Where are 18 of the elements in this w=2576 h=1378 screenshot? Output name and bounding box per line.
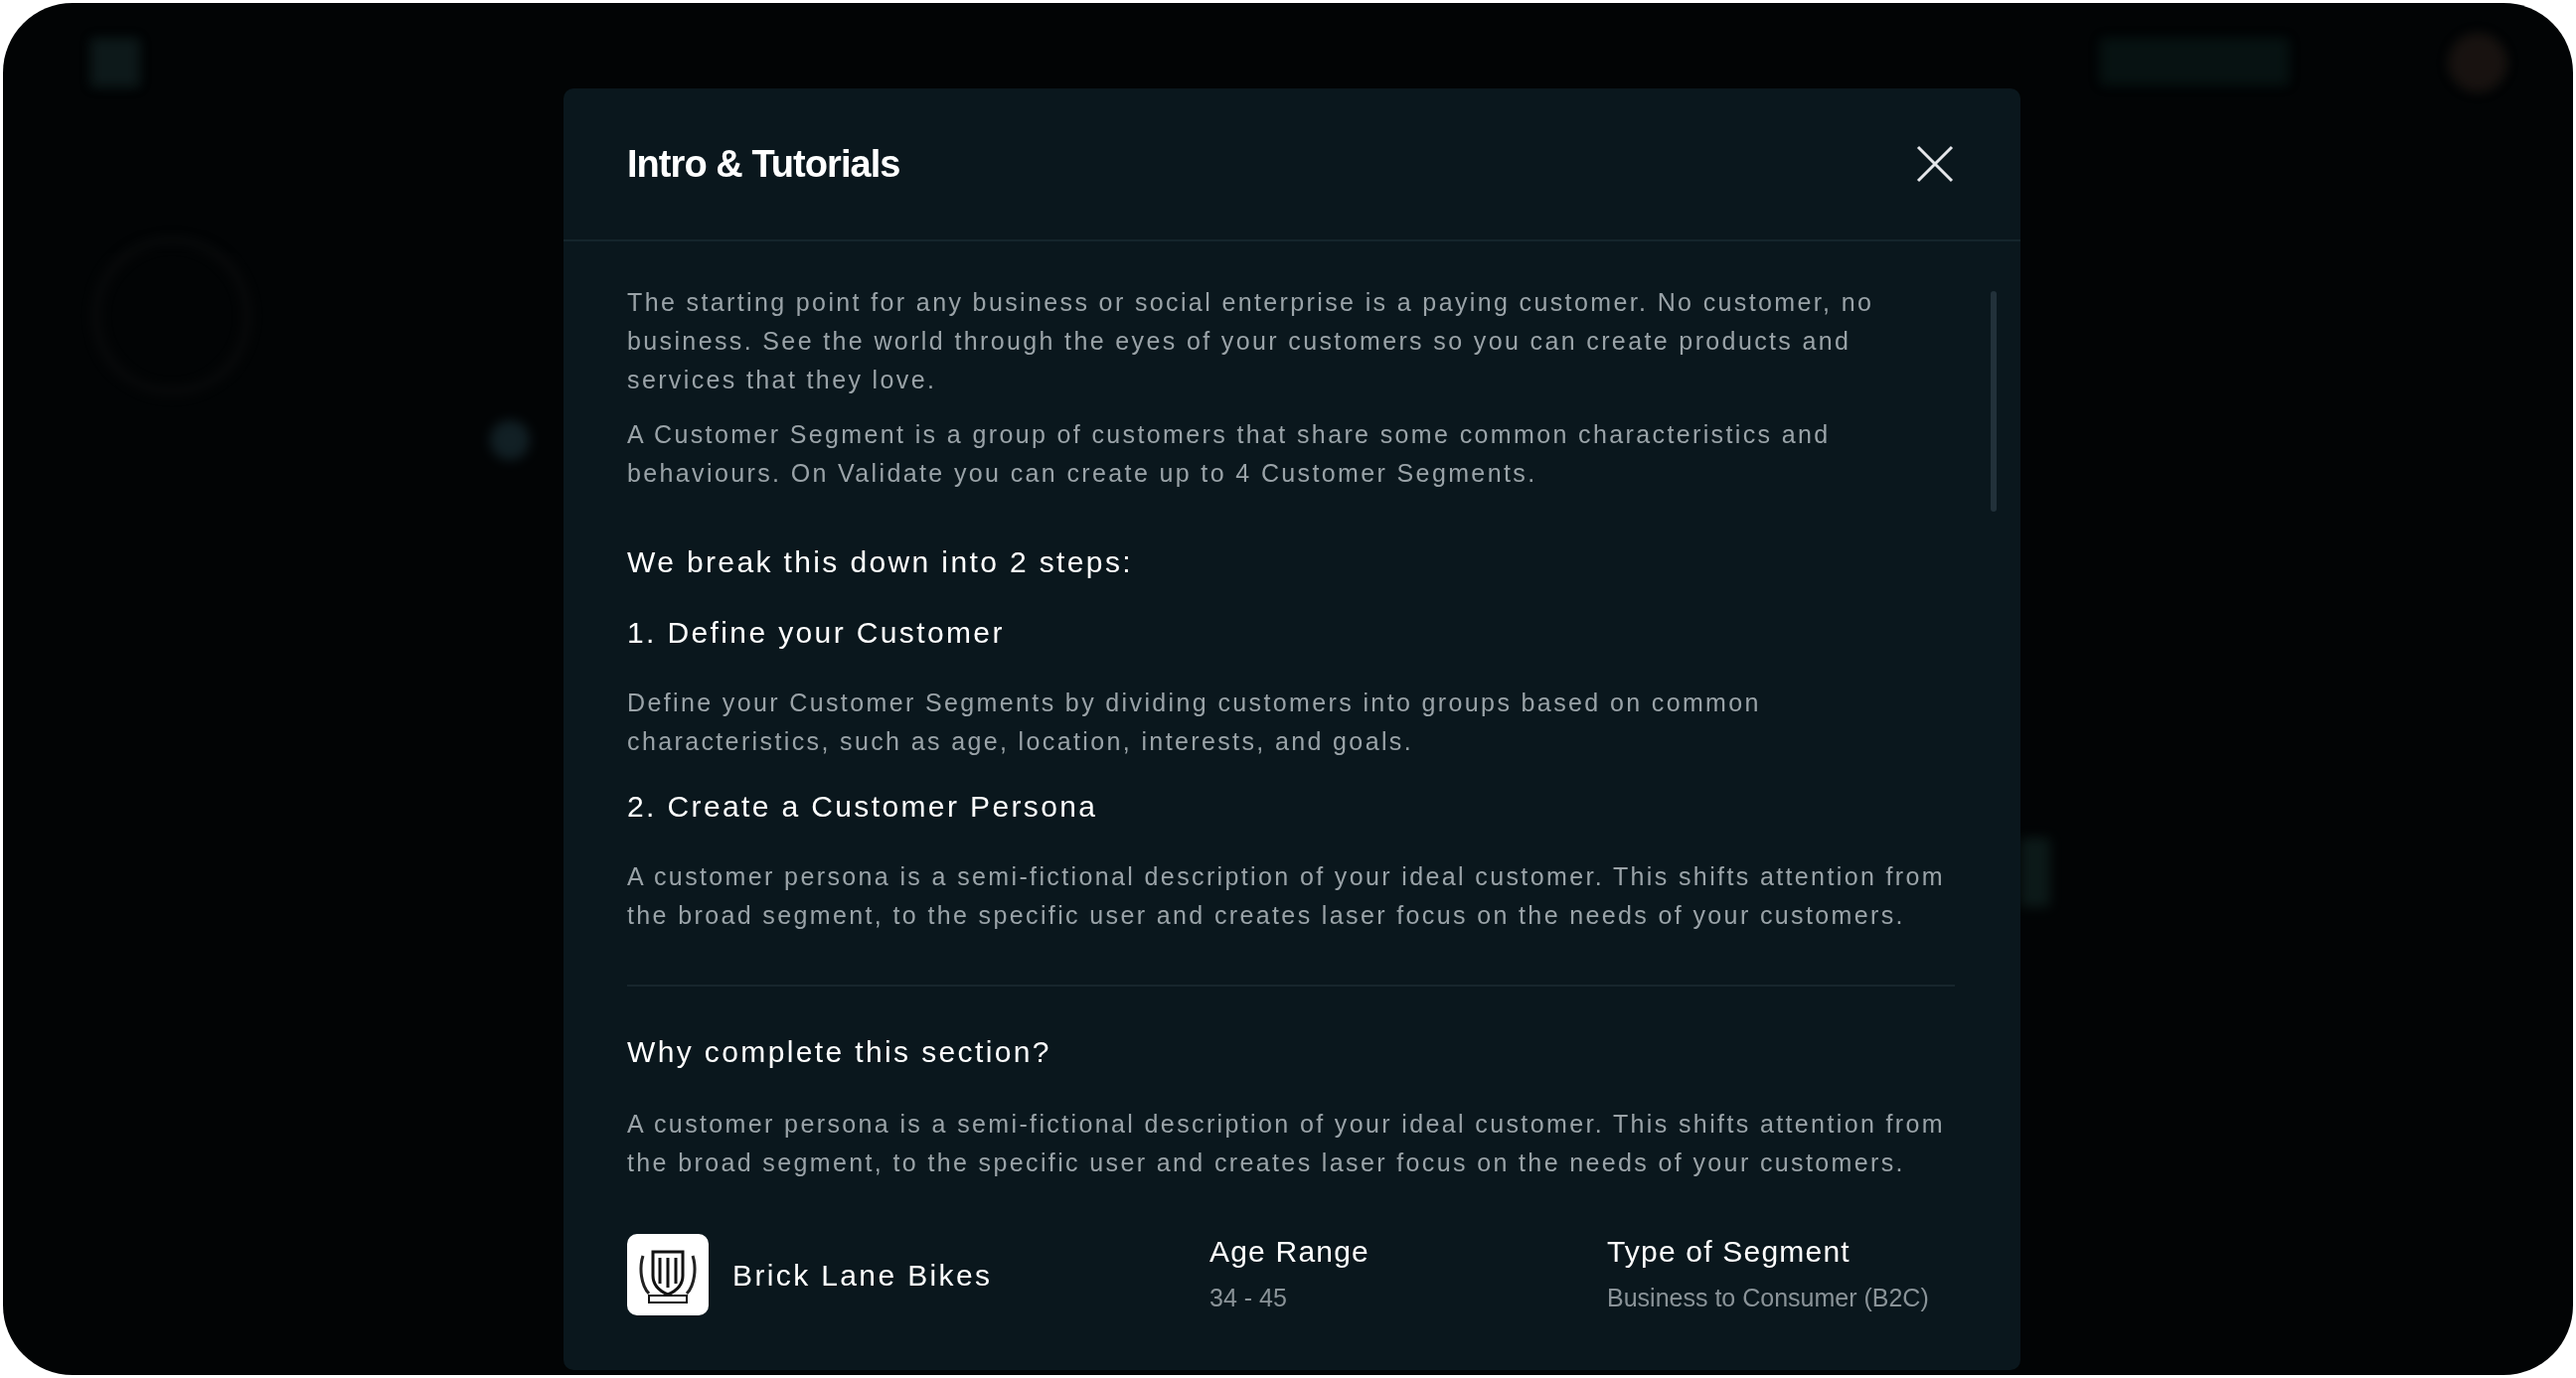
shield-logo-icon bbox=[627, 1234, 709, 1315]
paragraph: The starting point for any business or social enterprise is a paying customer. No customer, no business. See the world through the eyes of your customers so you can create products and services that they love. bbox=[627, 287, 1875, 395]
paragraph: Define your Customer Segments by dividing customers into groups based on common characteristics, such as age, location, interests, and goals. bbox=[627, 688, 1762, 757]
dialog-title: Intro & Tutorials bbox=[627, 141, 900, 187]
step-heading: 2. Create a Customer Persona bbox=[627, 789, 1099, 825]
scrollbar-thumb[interactable] bbox=[1991, 291, 1997, 512]
step-heading: 1. Define your Customer bbox=[627, 615, 1006, 651]
segment-name: Brick Lane Bikes bbox=[732, 1257, 994, 1294]
field-value: 34 - 45 bbox=[1209, 1283, 1288, 1313]
section-heading: Why complete this section? bbox=[627, 1034, 1052, 1070]
field-label: Type of Segment bbox=[1607, 1234, 1852, 1270]
paragraph: A customer persona is a semi-fictional description of your ideal customer. This shifts attention from the broad segment, to the specific user and creates laser focus on the needs of your customers. bbox=[627, 861, 1946, 931]
field-label: Age Range bbox=[1209, 1234, 1370, 1270]
paragraph: A customer persona is a semi-fictional description of your ideal customer. This shifts attention from the broad segment, to the specific user and creates laser focus on the needs of your customers. bbox=[627, 1109, 1946, 1178]
paragraph: A Customer Segment is a group of customers that share some common characteristics and behaviours. On Validate you can create up to 4 Customer Segments. bbox=[627, 419, 1832, 489]
section-heading: We break this down into 2 steps: bbox=[627, 544, 1134, 580]
close-icon bbox=[1915, 144, 1955, 184]
field-value: Business to Consumer (B2C) bbox=[1607, 1283, 1929, 1313]
